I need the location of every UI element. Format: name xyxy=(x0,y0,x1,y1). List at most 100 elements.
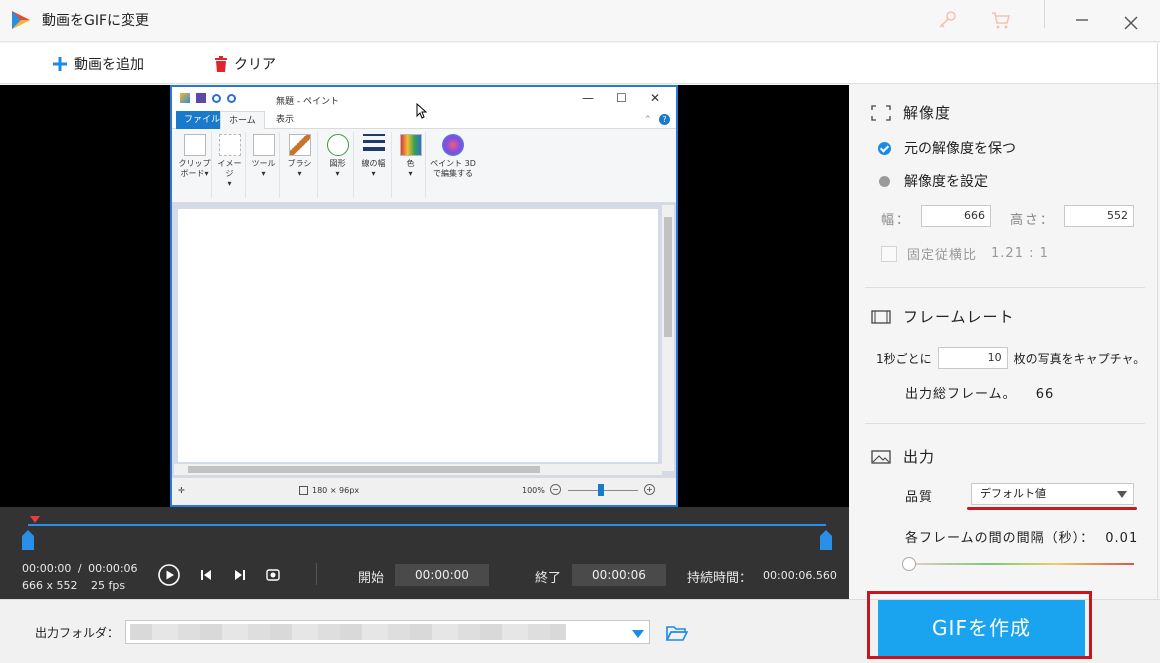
ribbon-color: 色 ▾ xyxy=(396,132,426,198)
paint-window-frame: 無題 - ペイント — ☐ ✕ ファイル ホーム 表示 ⌃ ? クリップ ボード… xyxy=(170,85,678,507)
output-section-header: 出力 xyxy=(871,446,935,467)
paint-canvas xyxy=(178,209,658,462)
undo-icon xyxy=(212,93,221,103)
quality-label: 品質 xyxy=(905,490,934,505)
fixed-ratio-label: 固定従横比 xyxy=(907,248,978,263)
paint-quick-access xyxy=(180,93,236,103)
ribbon-line-width: 線の幅 ▾ xyxy=(356,132,392,198)
app-logo-icon xyxy=(12,11,30,29)
capture-rate-row: 1秒ごとに 10 枚の写真をキャプチャ。 xyxy=(876,347,1145,369)
brush-icon xyxy=(288,134,311,156)
end-time-field[interactable]: 00:00:06 xyxy=(572,564,666,586)
paint-collapse-icon: ⌃ xyxy=(644,115,652,125)
output-title: 出力 xyxy=(903,448,936,466)
playhead-marker[interactable] xyxy=(30,516,40,523)
ribbon-image: イメージ ▾ xyxy=(214,132,246,198)
settings-panel: 解像度 元の解像度を保つ 解像度を設定 幅： 666 高さ： 552 固定従横比… xyxy=(850,85,1160,599)
time-current: 00:00:00 xyxy=(22,562,72,575)
open-folder-icon[interactable] xyxy=(666,624,688,642)
titlebar-separator xyxy=(1044,0,1045,28)
ribbon-clipboard: クリップ ボード▾ xyxy=(178,132,212,198)
capture-rate-input[interactable]: 10 xyxy=(937,347,1008,369)
start-label: 開始 xyxy=(358,571,385,586)
duration-label: 持続時間： xyxy=(687,571,753,586)
output-folder-field[interactable] xyxy=(125,620,650,644)
set-resolution-label: 解像度を設定 xyxy=(904,174,988,190)
snapshot-camera-button[interactable] xyxy=(265,567,281,583)
width-input[interactable]: 666 xyxy=(921,205,991,227)
width-label: 幅： xyxy=(881,213,912,228)
duration-value: 00:00:06.560 xyxy=(763,569,837,582)
end-label: 終了 xyxy=(535,571,562,586)
interval-slider-track[interactable] xyxy=(910,563,1134,565)
keep-original-label: 元の解像度を保つ xyxy=(904,141,1016,157)
radio-checked-icon xyxy=(878,141,891,155)
clear-label: クリア xyxy=(234,57,276,73)
cart-icon[interactable] xyxy=(989,8,1013,32)
paint-zoom: 100% xyxy=(522,486,545,495)
time-readout: 00:00:00 / 00:00:06 xyxy=(22,562,138,575)
trim-start-handle[interactable] xyxy=(22,530,34,550)
total-frames-value: 66 xyxy=(1035,387,1055,402)
mouse-cursor-icon xyxy=(416,103,427,119)
trim-end-handle[interactable] xyxy=(820,530,832,550)
ribbon-shapes: 図形 ▾ xyxy=(322,132,354,198)
trash-icon xyxy=(215,56,227,72)
play-button[interactable] xyxy=(157,563,181,587)
close-icon[interactable] xyxy=(1119,11,1143,35)
quality-dropdown[interactable]: デフォルト値 xyxy=(971,483,1134,505)
canvas-size-icon xyxy=(299,486,308,495)
next-frame-button[interactable] xyxy=(232,567,248,583)
save-icon xyxy=(196,93,206,103)
output-folder-label: 出力フォルダ： xyxy=(35,626,120,640)
minimize-icon[interactable] xyxy=(1070,8,1094,32)
video-preview: 無題 - ペイント — ☐ ✕ ファイル ホーム 表示 ⌃ ? クリップ ボード… xyxy=(0,85,849,507)
interval-slider-knob[interactable] xyxy=(902,557,916,571)
interval-value: 0.01 xyxy=(1105,531,1139,546)
section-divider xyxy=(865,423,1145,424)
set-resolution-radio[interactable]: 解像度を設定 xyxy=(878,171,988,191)
framerate-title: フレームレート xyxy=(903,308,1015,326)
paint-horizontal-scrollbar xyxy=(174,464,662,475)
video-meta: 666 x 552 25 fps xyxy=(22,579,125,592)
previous-frame-button[interactable] xyxy=(198,567,214,583)
paint3d-icon xyxy=(442,134,464,156)
start-time-field[interactable]: 00:00:00 xyxy=(395,564,489,586)
total-frames-label: 出力総フレーム。 xyxy=(905,387,1017,402)
ribbon-paint3d: ペイント 3D で編集する xyxy=(428,132,478,198)
main-toolbar: 動画を追加 クリア xyxy=(0,43,1160,84)
paint-tab-view: 表示 xyxy=(276,115,295,125)
add-video-button[interactable]: 動画を追加 xyxy=(52,53,144,75)
video-dimensions: 666 x 552 xyxy=(22,579,78,592)
interval-label: 各フレームの間の間隔（秒）： xyxy=(905,531,1095,546)
ratio-value: 1.21 : 1 xyxy=(991,246,1049,261)
section-divider xyxy=(865,287,1145,288)
clipboard-icon xyxy=(183,134,206,156)
chevron-down-icon xyxy=(1117,491,1127,498)
paint-doc-title: 無題 - ペイント xyxy=(276,97,339,107)
height-label: 高さ： xyxy=(1010,213,1056,228)
clear-button[interactable]: クリア xyxy=(214,53,276,75)
height-input[interactable]: 552 xyxy=(1064,205,1134,227)
paint-maximize-icon: ☐ xyxy=(616,91,627,105)
move-cursor-icon: ✛ xyxy=(178,486,185,495)
folder-dropdown-icon[interactable] xyxy=(632,630,644,638)
ribbon-brush: ブラシ ▾ xyxy=(282,132,318,198)
paint-minimize-icon: — xyxy=(582,91,594,105)
fixed-ratio-checkbox[interactable]: 固定従横比 1.21 : 1 xyxy=(881,244,1049,263)
radio-unchecked-icon xyxy=(879,175,890,187)
create-gif-button[interactable]: GIFを作成 xyxy=(878,600,1085,656)
window-title: 動画をGIFに変更 xyxy=(42,13,150,29)
key-icon[interactable] xyxy=(935,8,959,32)
paint-canvas-area xyxy=(172,203,676,477)
film-strip-icon xyxy=(871,309,891,324)
blurred-path xyxy=(130,624,566,640)
video-fps: 25 fps xyxy=(91,579,126,592)
keep-original-resolution-radio[interactable]: 元の解像度を保つ xyxy=(878,138,1016,158)
resolution-title: 解像度 xyxy=(903,104,952,122)
timeline-panel: 00:00:00 / 00:00:06 666 x 552 25 fps 開始 … xyxy=(0,507,849,599)
line-width-icon xyxy=(362,134,385,156)
timeline-track[interactable] xyxy=(28,524,826,526)
resolution-section-header: 解像度 xyxy=(871,102,951,123)
paint-ribbon: クリップ ボード▾ イメージ ▾ ツール ▾ ブラシ ▾ 図形 ▾ 線の幅 ▾ … xyxy=(172,129,676,203)
